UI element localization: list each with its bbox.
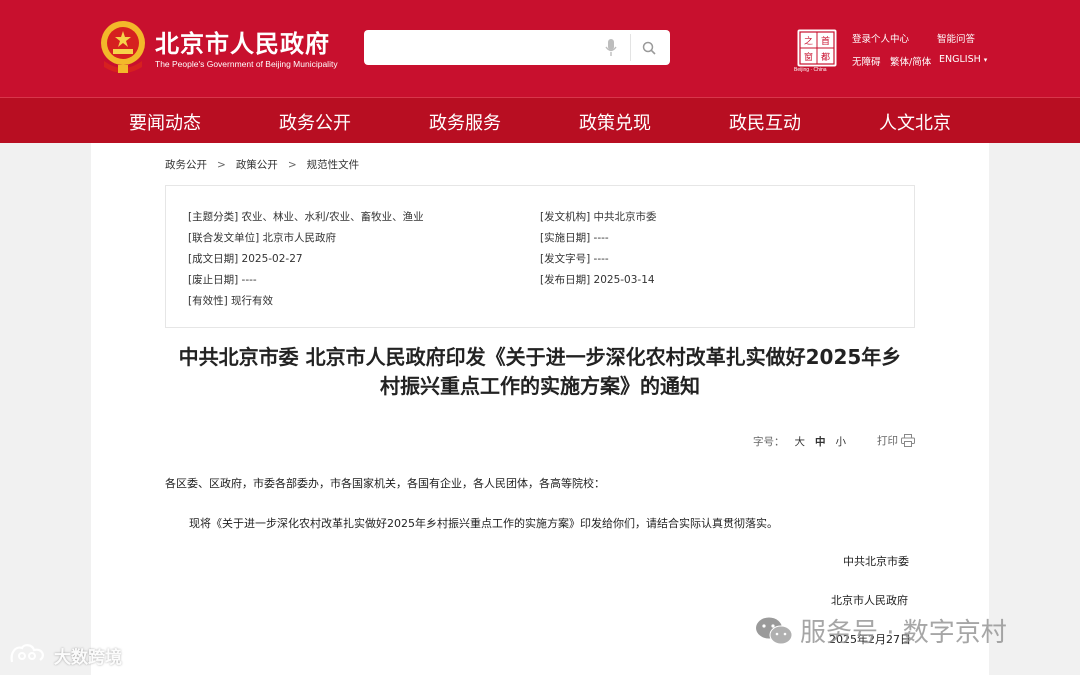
smart-qa-link[interactable]: 智能问答: [937, 31, 975, 45]
main-nav: 要闻动态 政务公开 政务服务 政策兑现 政民互动 人文北京: [0, 97, 1080, 143]
site-title[interactable]: 北京市人民政府: [155, 24, 330, 59]
seal-caption: Beijing · China: [794, 67, 827, 73]
site-subtitle: The People's Government of Beijing Munic…: [155, 59, 338, 69]
meta-issuer: [发文机构] 中共北京市委: [540, 211, 657, 223]
document-title-line: 中共北京市委 北京市人民政府印发《关于进一步深化农村改革扎实做好2025年乡: [178, 345, 902, 369]
svg-text:都: 都: [821, 52, 830, 63]
chevron-down-icon: ▾: [983, 56, 988, 64]
svg-text:窗: 窗: [804, 51, 813, 63]
printer-icon: [901, 434, 915, 447]
meta-validity: [有效性] 现行有效: [188, 295, 274, 307]
watermark-right-text: 服务号 · 数字京村: [800, 618, 1007, 648]
capital-window-seal-logo[interactable]: 之 首 窗 都: [797, 29, 837, 67]
nav-item-news[interactable]: 要闻动态: [129, 109, 201, 135]
font-size-label: 字号：: [753, 436, 785, 448]
breadcrumb-separator: >: [287, 159, 297, 171]
nav-item-culture-beijing[interactable]: 人文北京: [879, 109, 951, 135]
search-button[interactable]: [630, 34, 666, 61]
nav-item-interaction[interactable]: 政民互动: [729, 109, 801, 135]
microphone-icon[interactable]: [604, 38, 618, 58]
meta-written-date: [成文日期] 2025-02-27: [188, 253, 303, 265]
meta-doc-number: [发文字号] ----: [540, 253, 609, 265]
watermark-logo-icon: [10, 644, 44, 663]
watermark-left-text: 大数跨境: [54, 647, 122, 668]
font-size-tools: 字号： 大中小: [753, 434, 846, 449]
breadcrumb-item-gov-open[interactable]: 政务公开: [165, 159, 207, 171]
english-link[interactable]: ENGLISH ▾: [939, 54, 987, 65]
wechat-icon: [756, 617, 793, 644]
font-size-small-button[interactable]: 小: [836, 436, 847, 448]
site-header: 北京市人民政府 The People's Government of Beiji…: [0, 0, 1080, 97]
english-label: ENGLISH: [939, 54, 981, 65]
print-label: 打印: [877, 435, 898, 447]
print-button[interactable]: 打印: [877, 433, 915, 448]
search-icon: [642, 41, 656, 55]
document-meta-box: [主题分类] 农业、林业、水利/农业、畜牧业、渔业 [发文机构] 中共北京市委 …: [165, 185, 915, 328]
national-emblem-icon[interactable]: [98, 19, 148, 74]
meta-effective-date: [实施日期] ----: [540, 232, 609, 244]
font-size-medium-button[interactable]: 中: [815, 436, 826, 448]
document-body: 现将《关于进一步深化农村改革扎实做好2025年乡村振兴重点工作的实施方案》印发给…: [189, 517, 778, 530]
document-signer-party: 中共北京市委: [843, 555, 909, 568]
meta-publish-date: [发布日期] 2025-03-14: [540, 274, 655, 286]
document-salutation: 各区委、区政府，市委各部委办，市各国家机关，各国有企业，各人民团体，各高等院校：: [165, 477, 605, 490]
login-link[interactable]: 登录个人中心: [852, 31, 909, 45]
document-title-line: 村振兴重点工作的实施方案》的通知: [380, 374, 700, 398]
svg-text:之: 之: [804, 35, 813, 47]
nav-item-gov-services[interactable]: 政务服务: [429, 109, 501, 135]
breadcrumb-item-normative-docs[interactable]: 规范性文件: [307, 159, 360, 171]
accessibility-link[interactable]: 无障碍: [852, 54, 881, 68]
svg-text:首: 首: [821, 35, 830, 47]
traditional-simplified-link[interactable]: 繁体/简体: [890, 54, 931, 68]
font-size-large-button[interactable]: 大: [795, 436, 806, 448]
content-panel: 政务公开 > 政策公开 > 规范性文件 [主题分类] 农业、林业、水利/农业、畜牧业、渔…: [91, 143, 989, 675]
document-title: 中共北京市委 北京市人民政府印发《关于进一步深化农村改革扎实做好2025年乡 村…: [165, 343, 915, 401]
meta-repeal-date: [废止日期] ----: [188, 274, 257, 286]
nav-item-policy-fulfillment[interactable]: 政策兑现: [579, 109, 651, 135]
meta-topic: [主题分类] 农业、林业、水利/农业、畜牧业、渔业: [188, 211, 424, 223]
search-input[interactable]: [374, 36, 594, 58]
search-box: [364, 30, 670, 65]
watermark-right: 服务号 · 数字京村: [754, 612, 1007, 649]
document-signer-government: 北京市人民政府: [831, 594, 908, 607]
breadcrumb-separator: >: [217, 159, 226, 171]
nav-item-gov-affairs-open[interactable]: 政务公开: [279, 109, 351, 135]
meta-joint-issuer: [联合发文单位] 北京市人民政府: [188, 232, 337, 244]
breadcrumb: 政务公开 > 政策公开 > 规范性文件: [165, 157, 359, 172]
watermark-left: 大数跨境: [8, 642, 122, 668]
breadcrumb-item-policy-open[interactable]: 政策公开: [236, 159, 278, 171]
